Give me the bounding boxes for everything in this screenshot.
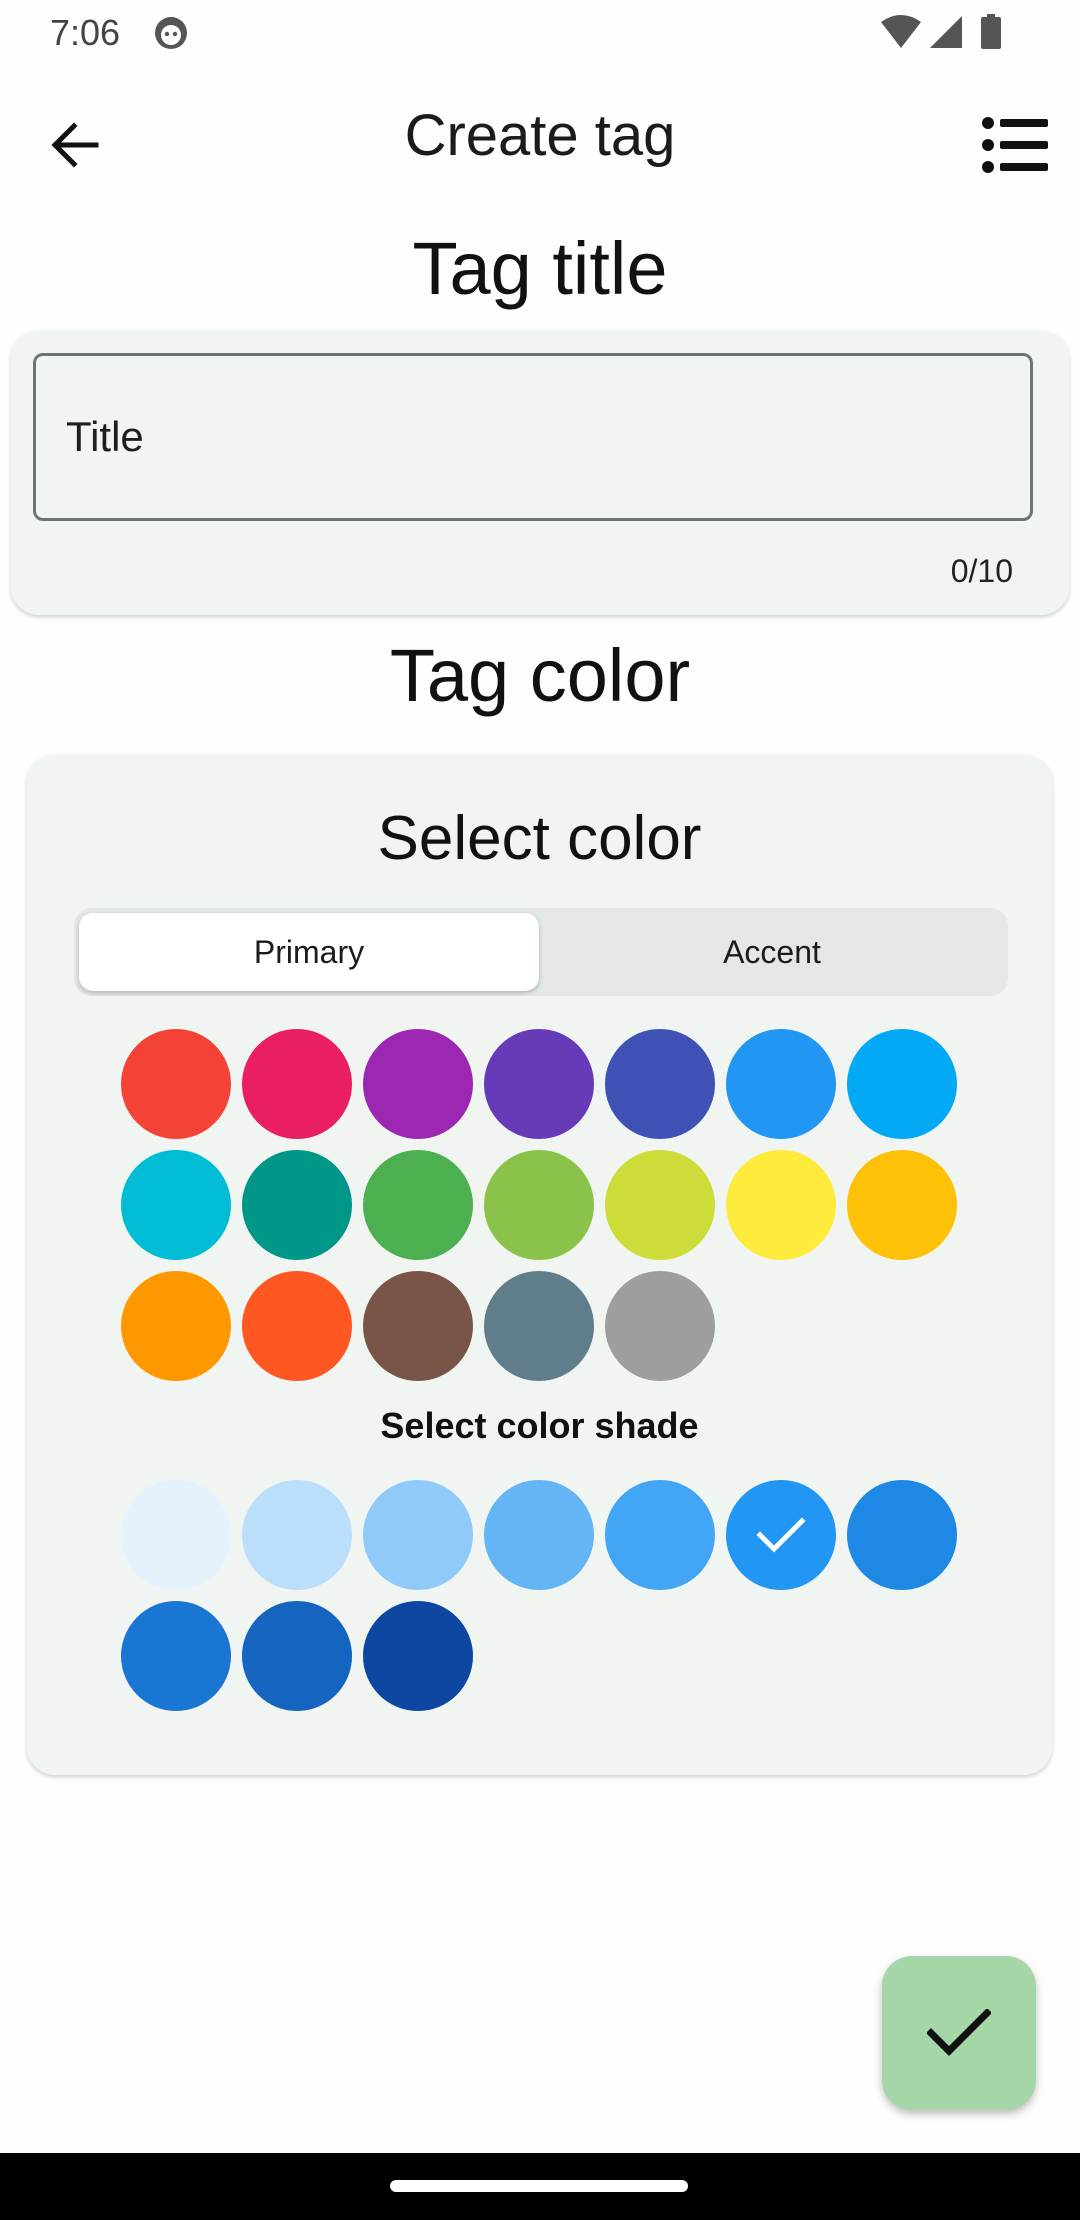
status-time: 7:06 — [50, 12, 121, 53]
shade-swatch-7[interactable] — [847, 1480, 957, 1590]
color-swatch-12[interactable] — [605, 1150, 715, 1260]
color-swatch-5[interactable] — [605, 1029, 715, 1139]
app-bar: Create tag — [0, 80, 1080, 205]
color-swatch-2[interactable] — [242, 1029, 352, 1139]
shade-swatch-1[interactable] — [121, 1480, 231, 1590]
select-shade-heading: Select color shade — [380, 1405, 699, 1446]
shade-swatch-10[interactable] — [363, 1601, 473, 1711]
color-swatch-13[interactable] — [726, 1150, 836, 1260]
color-swatch-15[interactable] — [121, 1271, 231, 1381]
color-swatch-14[interactable] — [847, 1150, 957, 1260]
signal-icon — [930, 16, 962, 48]
select-color-heading: Select color — [377, 804, 702, 873]
tab-primary[interactable]: Primary — [79, 913, 539, 991]
tab-accent[interactable]: Accent — [541, 913, 1003, 991]
tag-title-card: 0/10 — [11, 331, 1069, 615]
wifi-icon — [881, 15, 921, 48]
color-swatch-7[interactable] — [847, 1029, 957, 1139]
shade-swatch-5[interactable] — [605, 1480, 715, 1590]
list-icon — [982, 117, 1048, 173]
tag-list-button[interactable] — [975, 110, 1055, 180]
color-swatch-10[interactable] — [363, 1150, 473, 1260]
color-swatch-9[interactable] — [242, 1150, 352, 1260]
shade-swatch-4[interactable] — [484, 1480, 594, 1590]
color-swatch-4[interactable] — [484, 1029, 594, 1139]
color-swatch-11[interactable] — [484, 1150, 594, 1260]
shade-swatch-9[interactable] — [242, 1601, 352, 1711]
color-swatch-8[interactable] — [121, 1150, 231, 1260]
face-icon — [155, 17, 187, 49]
color-swatch-16[interactable] — [242, 1271, 352, 1381]
home-handle[interactable] — [390, 2180, 688, 2192]
page-title: Create tag — [404, 103, 676, 168]
tag-color-heading: Tag color — [389, 634, 691, 717]
character-counter: 0/10 — [950, 553, 1013, 589]
save-tag-button[interactable] — [882, 1956, 1036, 2110]
color-type-toggle: Primary Accent — [74, 908, 1008, 996]
color-swatch-18[interactable] — [484, 1271, 594, 1381]
color-swatch-6[interactable] — [726, 1029, 836, 1139]
tag-title-heading: Tag title — [412, 227, 668, 310]
check-icon — [927, 2009, 991, 2056]
check-icon — [756, 1517, 806, 1553]
shade-swatch-2[interactable] — [242, 1480, 352, 1590]
shade-swatch-8[interactable] — [121, 1601, 231, 1711]
color-swatch-3[interactable] — [363, 1029, 473, 1139]
shade-swatch-6[interactable] — [726, 1480, 836, 1590]
tag-title-input[interactable] — [33, 353, 1033, 521]
color-picker-card: Select color Primary Accent Select color… — [27, 755, 1052, 1775]
color-swatch-17[interactable] — [363, 1271, 473, 1381]
color-swatch-1[interactable] — [121, 1029, 231, 1139]
shade-swatch-3[interactable] — [363, 1480, 473, 1590]
color-swatch-19[interactable] — [605, 1271, 715, 1381]
status-bar: 7:06 — [0, 0, 1080, 64]
battery-icon — [981, 14, 1001, 49]
navigation-bar — [0, 2153, 1080, 2220]
